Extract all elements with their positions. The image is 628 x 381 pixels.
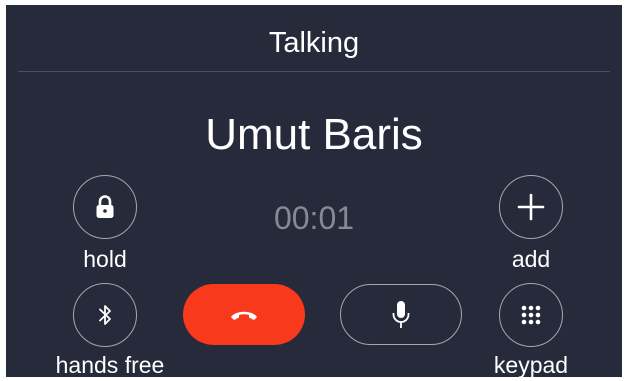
keypad-label: keypad bbox=[493, 352, 569, 377]
hold-button[interactable] bbox=[73, 175, 137, 239]
caller-name: Umut Baris bbox=[205, 110, 423, 159]
hands-free-button[interactable] bbox=[73, 283, 137, 347]
lock-icon bbox=[96, 195, 114, 218]
microphone-icon bbox=[392, 300, 410, 328]
mute-button[interactable] bbox=[340, 284, 462, 345]
phone-hangup-icon bbox=[231, 311, 257, 320]
call-status-title: Talking bbox=[268, 27, 360, 59]
hands-free-label: hands free bbox=[55, 352, 165, 377]
hold-label: hold bbox=[83, 246, 127, 272]
add-label: add bbox=[511, 246, 551, 272]
end-call-button[interactable] bbox=[183, 284, 305, 345]
bluetooth-icon bbox=[99, 305, 111, 325]
header-divider bbox=[18, 71, 610, 72]
call-screen: Talking Umut Baris 00:01 hold add hands … bbox=[6, 5, 622, 377]
add-button[interactable] bbox=[499, 175, 563, 239]
keypad-button[interactable] bbox=[499, 283, 563, 347]
keypad-icon bbox=[521, 305, 541, 325]
plus-icon bbox=[517, 193, 545, 221]
